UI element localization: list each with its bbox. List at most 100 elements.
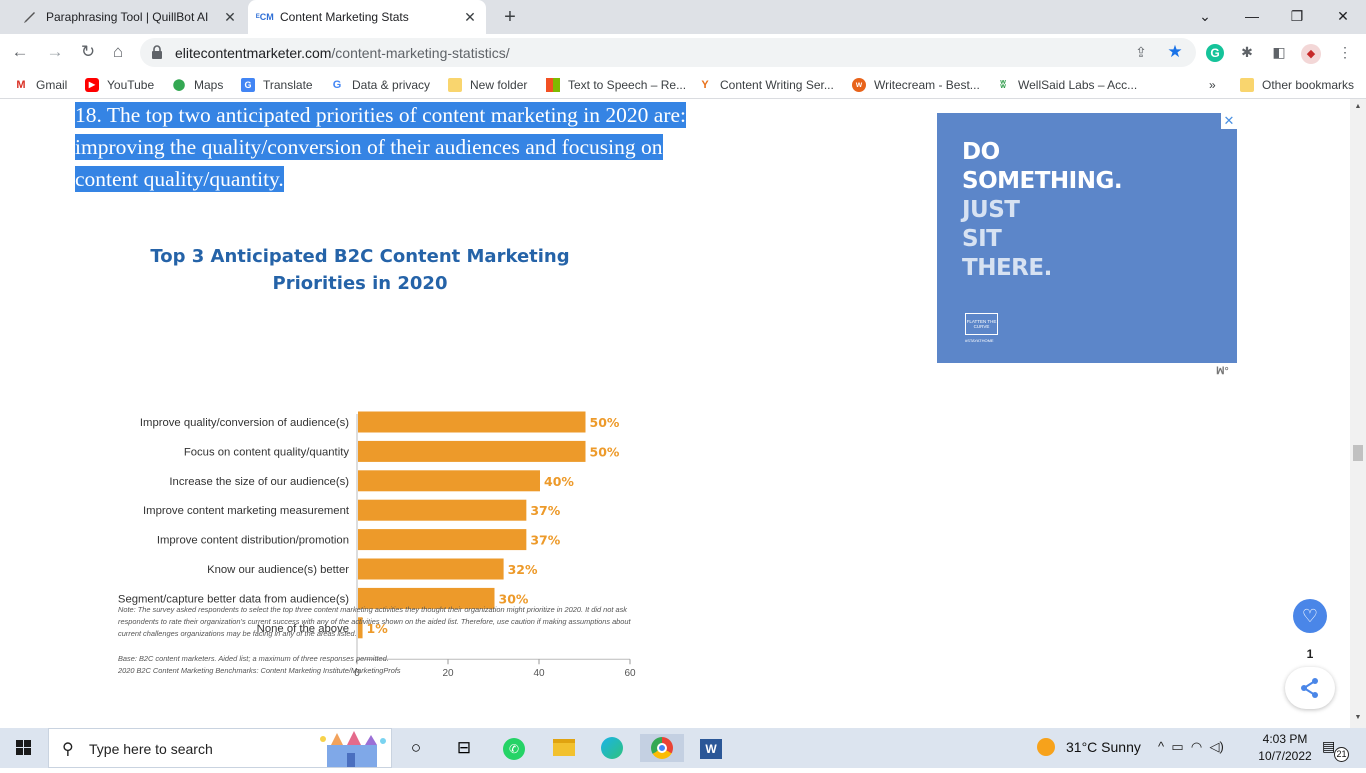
ad-line: SOMETHING. xyxy=(962,168,1123,194)
windows-start-button[interactable] xyxy=(0,728,48,768)
bar xyxy=(358,440,586,462)
ad-hashtag: #STAYATHOME xyxy=(965,338,994,343)
advertisement[interactable]: DO SOMETHING. JUST SIT THERE. FLATTEN TH… xyxy=(937,113,1237,363)
tab-title: Content Marketing Stats xyxy=(280,10,409,24)
browser-toolbar: ← → ↻ ⌂ elitecontentmarketer.com/content… xyxy=(0,34,1366,71)
weather-widget[interactable]: 31°C Sunny xyxy=(1037,738,1141,756)
share-button[interactable] xyxy=(1285,667,1335,709)
address-bar[interactable]: elitecontentmarketer.com/content-marketi… xyxy=(140,38,1196,67)
favorite-heart-button[interactable]: ♡ xyxy=(1293,599,1327,633)
grammarly-icon[interactable]: G xyxy=(1204,41,1226,63)
file-explorer-icon[interactable] xyxy=(550,734,578,762)
bookmark-label: WellSaid Labs – Acc... xyxy=(1018,78,1138,92)
date-text: 10/7/2022 xyxy=(1258,749,1312,763)
share-icon[interactable]: ⇪ xyxy=(1130,41,1152,63)
task-view-icon[interactable]: ⊟ xyxy=(450,734,478,762)
forward-icon[interactable]: → xyxy=(43,40,67,64)
bookmark-translate[interactable]: G Translate xyxy=(241,76,313,94)
search-icon: ⚲ xyxy=(62,741,74,758)
chart-source-text: 2020 B2C Content Marketing Benchmarks: C… xyxy=(118,666,401,675)
bookmark-gmail[interactable]: M Gmail xyxy=(14,76,67,94)
reload-icon[interactable]: ↻ xyxy=(76,40,100,64)
extensions-icon[interactable]: ✱ xyxy=(1236,41,1258,63)
ad-close-icon[interactable]: ✕ xyxy=(1221,113,1237,129)
bookmark-wellsaid[interactable]: ʬ WellSaid Labs – Acc... xyxy=(996,76,1137,94)
taskbar-search[interactable]: ⚲ Type here to search xyxy=(48,728,392,768)
sidepanel-icon[interactable]: ◧ xyxy=(1268,41,1290,63)
time-text: 4:03 PM xyxy=(1262,732,1308,746)
bookmark-content-writing[interactable]: Y Content Writing Ser... xyxy=(698,76,834,94)
new-tab-button[interactable]: + xyxy=(500,6,520,28)
chart-note: Note: The survey asked respondents to se… xyxy=(118,605,631,638)
data-label: 50% xyxy=(590,444,620,459)
tab-title: Paraphrasing Tool | QuillBot AI xyxy=(46,10,209,24)
flatten-the-curve-logo: FLATTEN THE CURVE xyxy=(965,313,998,335)
other-bookmarks[interactable]: Other bookmarks xyxy=(1240,76,1354,94)
ecm-icon: ᴱCM xyxy=(256,12,274,22)
scroll-down-icon[interactable]: ▼ xyxy=(1354,714,1362,721)
back-icon[interactable]: ← xyxy=(8,40,32,64)
url-domain: elitecontentmarketer.com xyxy=(175,45,332,61)
chevron-up-icon[interactable]: ^ xyxy=(1158,739,1164,754)
bar xyxy=(358,470,540,492)
bookmarks-overflow[interactable]: » xyxy=(1209,76,1216,94)
bookmark-writecream[interactable]: w Writecream - Best... xyxy=(852,76,980,94)
share-count: 1 xyxy=(1306,647,1314,661)
bookmark-data-privacy[interactable]: G Data & privacy xyxy=(330,76,430,94)
home-icon[interactable]: ⌂ xyxy=(106,40,130,64)
whatsapp-icon[interactable]: ✆ xyxy=(500,734,528,762)
edge-icon[interactable] xyxy=(598,734,626,762)
tab-quillbot[interactable]: Paraphrasing Tool | QuillBot AI ✕ xyxy=(14,0,246,34)
bookmark-label: New folder xyxy=(470,78,528,92)
tab-strip: Paraphrasing Tool | QuillBot AI ✕ ᴱCM Co… xyxy=(0,0,1366,34)
writecream-icon: w xyxy=(852,78,866,92)
google-icon: G xyxy=(332,79,342,91)
bookmark-label: Text to Speech – Re... xyxy=(568,78,687,92)
data-label: 37% xyxy=(530,533,560,548)
restore-button[interactable]: ❐ xyxy=(1285,4,1309,28)
bookmark-text-to-speech[interactable]: Text to Speech – Re... xyxy=(546,76,686,94)
share-icon xyxy=(1301,678,1318,698)
bar xyxy=(358,499,527,521)
star-icon[interactable]: ★ xyxy=(1164,41,1186,63)
close-window-button[interactable]: ✕ xyxy=(1331,4,1355,28)
close-icon[interactable]: ✕ xyxy=(222,9,238,25)
scroll-thumb[interactable] xyxy=(1353,445,1363,461)
menu-icon[interactable]: ⋮ xyxy=(1334,41,1356,63)
category-label: Improve quality/conversion of audience(s… xyxy=(140,417,349,429)
bookmark-label: Gmail xyxy=(36,78,68,92)
bookmark-label: YouTube xyxy=(107,78,155,92)
tab-content-marketing-stats[interactable]: ᴱCM Content Marketing Stats ✕ xyxy=(248,0,486,34)
word-icon[interactable]: W xyxy=(697,734,725,762)
windows-taskbar: ⚲ Type here to search ○ ⊟ ✆ W 31°C Sunny… xyxy=(0,728,1366,768)
quillbot-icon xyxy=(22,9,38,25)
system-tray[interactable]: ^ ▭ ◠ ◁) xyxy=(1158,739,1224,755)
battery-icon[interactable]: ▭ xyxy=(1171,739,1183,754)
heading-line: 18. The top two anticipated priorities o… xyxy=(75,102,686,128)
bookmark-label: Maps xyxy=(194,78,224,92)
lock-icon[interactable] xyxy=(150,44,164,60)
ad-line: SIT xyxy=(962,226,1002,252)
ad-brand-icon[interactable]: ꟽ° xyxy=(1216,366,1229,377)
scroll-up-icon[interactable]: ▲ xyxy=(1354,103,1362,110)
url-text[interactable]: elitecontentmarketer.com/content-marketi… xyxy=(175,45,510,61)
url-path: /content-marketing-statistics/ xyxy=(331,45,510,61)
bookmark-youtube[interactable]: ▶ YouTube xyxy=(85,76,154,94)
youtube-icon: ▶ xyxy=(85,78,99,92)
bookmark-label: Data & privacy xyxy=(352,78,431,92)
chevron-down-icon[interactable]: ⌄ xyxy=(1193,4,1217,28)
bookmark-label: Writecream - Best... xyxy=(874,78,980,92)
wifi-icon[interactable]: ◠ xyxy=(1191,739,1202,754)
cortana-icon[interactable]: ○ xyxy=(402,734,430,762)
close-icon[interactable]: ✕ xyxy=(462,9,478,25)
minimize-button[interactable]: — xyxy=(1240,4,1264,28)
ad-headline: DO SOMETHING. JUST SIT THERE. xyxy=(962,138,1123,283)
bookmark-new-folder[interactable]: New folder xyxy=(448,76,527,94)
profile-avatar[interactable]: ◆ xyxy=(1300,41,1322,64)
volume-icon[interactable]: ◁) xyxy=(1209,739,1223,754)
page-scrollbar[interactable]: ▲ ▼ xyxy=(1350,99,1366,728)
bookmark-maps[interactable]: ⬤ Maps xyxy=(172,76,224,94)
clock[interactable]: 4:03 PM 10/7/2022 xyxy=(1250,731,1320,765)
chrome-icon[interactable] xyxy=(640,734,684,762)
sun-icon xyxy=(1037,738,1055,756)
